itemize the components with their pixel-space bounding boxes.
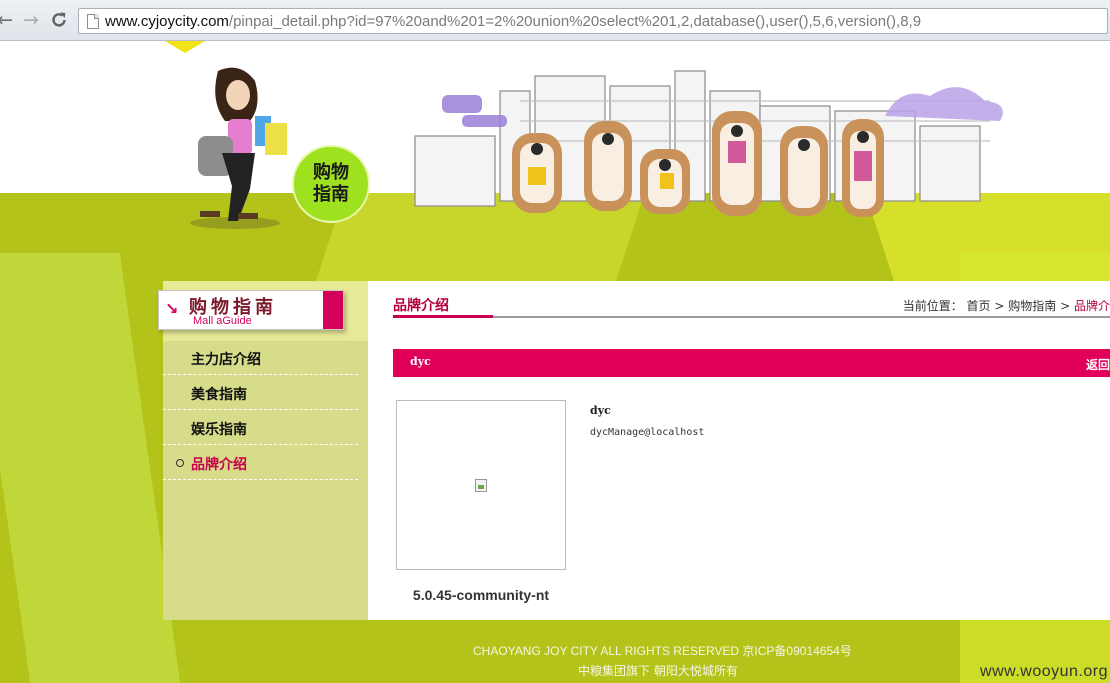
forward-arrow-icon[interactable]: → bbox=[20, 9, 42, 31]
corner-spark bbox=[165, 41, 205, 53]
sidebar-header: ↘ 购物指南 Mall aGuide bbox=[158, 281, 368, 341]
brand-caption: 5.0.45-community-nt bbox=[412, 587, 550, 603]
section-divider bbox=[493, 316, 1110, 318]
browser-toolbar: ← → www.cyjoycity.com/pinpai_detail.php?… bbox=[0, 0, 1110, 41]
breadcrumb-separator: > bbox=[994, 299, 1009, 313]
section-title: 品牌介绍 bbox=[393, 298, 449, 314]
circle-bullet-icon bbox=[176, 459, 184, 467]
sidebar-item-brand-intro[interactable]: 品牌介绍 bbox=[163, 446, 358, 480]
detail-title: dyc bbox=[410, 355, 431, 368]
brand-name: dyc bbox=[590, 404, 611, 417]
sidebar-item-anchor-stores[interactable]: 主力店介绍 bbox=[163, 341, 358, 375]
icp-link[interactable]: 京ICP备09014654号 bbox=[742, 644, 851, 658]
main-content: 品牌介绍 当前位置： 首页 > 购物指南 > 品牌介 dyc 返回 5.0.45… bbox=[368, 281, 1110, 620]
breadcrumb: 当前位置： 首页 > 购物指南 > 品牌介 bbox=[902, 299, 1110, 313]
banner-illustration bbox=[165, 41, 1003, 229]
arrow-down-right-icon: ↘ bbox=[165, 299, 179, 318]
reload-icon[interactable] bbox=[48, 9, 70, 31]
sidebar-item-entertainment-guide[interactable]: 娱乐指南 bbox=[163, 411, 358, 445]
watermark: www.wooyun.org bbox=[980, 663, 1108, 680]
skyline-sketch bbox=[414, 70, 990, 207]
sidebar-item-food-guide[interactable]: 美食指南 bbox=[163, 376, 358, 410]
broken-image-icon bbox=[475, 479, 487, 492]
back-link[interactable]: 返回 bbox=[1086, 356, 1110, 373]
footer-owner: 中粮集团旗下 朝阳大悦城所有 bbox=[578, 664, 738, 678]
breadcrumb-separator: > bbox=[1060, 299, 1074, 313]
breadcrumb-shopping-guide[interactable]: 购物指南 bbox=[1008, 299, 1056, 313]
section-title-underline bbox=[393, 315, 493, 318]
detail-header-bar: dyc 返回 bbox=[393, 349, 1110, 377]
shopping-girl-illustration bbox=[190, 67, 287, 229]
sidebar-menu: 主力店介绍 美食指南 娱乐指南 品牌介绍 bbox=[163, 341, 358, 481]
sidebar-title-box: ↘ 购物指南 Mall aGuide bbox=[158, 290, 344, 330]
sidebar-title-accent bbox=[323, 291, 343, 329]
url-text[interactable]: www.cyjoycity.com/pinpai_detail.php?id=9… bbox=[105, 13, 921, 30]
breadcrumb-current[interactable]: 品牌介 bbox=[1074, 299, 1110, 313]
breadcrumb-home[interactable]: 首页 bbox=[967, 299, 991, 313]
brand-image-frame bbox=[396, 400, 566, 570]
shopping-guide-badge: 购物 指南 bbox=[292, 145, 370, 223]
address-bar[interactable]: www.cyjoycity.com/pinpai_detail.php?id=9… bbox=[78, 8, 1108, 34]
sidebar: ↘ 购物指南 Mall aGuide 主力店介绍 美食指南 娱乐指南 品牌介绍 bbox=[158, 281, 368, 620]
back-arrow-icon[interactable]: ← bbox=[0, 9, 16, 31]
footer-copyright: CHAOYANG JOY CITY ALL RIGHTS RESERVED 京I… bbox=[473, 644, 852, 658]
brand-description: dycManage@localhost bbox=[590, 427, 705, 438]
sidebar-subtitle: Mall aGuide bbox=[193, 315, 252, 327]
page-icon bbox=[87, 14, 99, 29]
